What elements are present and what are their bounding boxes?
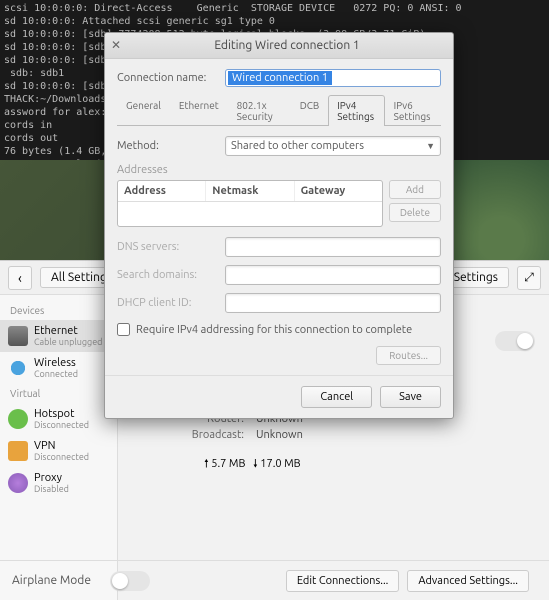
- sidebar-item-ethernet[interactable]: EthernetCable unplugged: [0, 320, 117, 352]
- tab-ethernet[interactable]: Ethernet: [170, 95, 228, 126]
- search-domains-label: Search domains:: [117, 269, 217, 281]
- sidebar-item-vpn[interactable]: VPNDisconnected: [0, 435, 117, 467]
- hotspot-icon: [8, 409, 28, 429]
- ethernet-icon: [8, 326, 28, 346]
- tab-ipv4[interactable]: IPv4 Settings: [328, 95, 384, 126]
- edit-connection-dialog: ✕ Editing Wired connection 1 Connection …: [104, 32, 454, 419]
- traffic-stats: 🠕 5.7 MB 🠗 17.0 MB: [204, 455, 533, 474]
- method-label: Method:: [117, 140, 217, 152]
- lock-icon: [8, 441, 28, 461]
- dialog-title: Editing Wired connection 1: [127, 39, 447, 52]
- sidebar-heading-virtual: Virtual: [0, 384, 117, 403]
- addresses-table[interactable]: Address Netmask Gateway: [117, 180, 383, 227]
- tab-8021x[interactable]: 802.1x Security: [228, 95, 291, 126]
- sidebar-heading-devices: Devices: [0, 301, 117, 320]
- sidebar-item-hotspot[interactable]: HotspotDisconnected: [0, 403, 117, 435]
- require-ipv4-label: Require IPv4 addressing for this connect…: [136, 324, 412, 336]
- tab-dcb[interactable]: DCB: [291, 95, 329, 126]
- tab-ipv6[interactable]: IPv6 Settings: [385, 95, 441, 126]
- tab-general[interactable]: General: [117, 95, 170, 126]
- close-icon[interactable]: ✕: [111, 38, 127, 54]
- require-ipv4-checkbox[interactable]: [117, 323, 130, 336]
- sidebar-item-wireless[interactable]: WirelessConnected: [0, 352, 117, 384]
- search-domains-input: [225, 265, 441, 285]
- sidebar-item-proxy[interactable]: ProxyDisabled: [0, 467, 117, 499]
- routes-button[interactable]: Routes...: [376, 346, 441, 365]
- chevron-down-icon: ▼: [426, 141, 435, 151]
- connection-toggle[interactable]: [495, 331, 535, 351]
- tabs: General Ethernet 802.1x Security DCB IPv…: [117, 95, 441, 126]
- download-icon: 🠗: [253, 458, 258, 470]
- method-select[interactable]: Shared to other computers ▼: [225, 136, 441, 156]
- airplane-mode-toggle[interactable]: [110, 571, 150, 591]
- delete-address-button[interactable]: Delete: [389, 203, 441, 222]
- wireless-icon: [8, 358, 28, 378]
- dns-input: [225, 237, 441, 257]
- edit-connections-button[interactable]: Edit Connections...: [286, 570, 400, 592]
- proxy-icon: [8, 473, 28, 493]
- dns-label: DNS servers:: [117, 241, 217, 253]
- sidebar: Devices EthernetCable unplugged Wireless…: [0, 295, 118, 600]
- dhcp-client-id-label: DHCP client ID:: [117, 297, 217, 309]
- back-button[interactable]: ‹: [8, 266, 32, 290]
- addresses-label: Addresses: [117, 164, 441, 176]
- save-button[interactable]: Save: [380, 386, 441, 408]
- connection-name-input[interactable]: Wired connection 1: [225, 69, 441, 87]
- cancel-button[interactable]: Cancel: [301, 386, 372, 408]
- expand-button[interactable]: ⤢: [517, 266, 541, 290]
- add-address-button[interactable]: Add: [389, 180, 441, 199]
- airplane-mode-label: Airplane Mode: [0, 574, 110, 587]
- advanced-settings-button[interactable]: Advanced Settings...: [407, 570, 529, 592]
- upload-icon: 🠕: [204, 458, 209, 470]
- dhcp-client-id-input: [225, 293, 441, 313]
- connection-name-label: Connection name:: [117, 72, 217, 84]
